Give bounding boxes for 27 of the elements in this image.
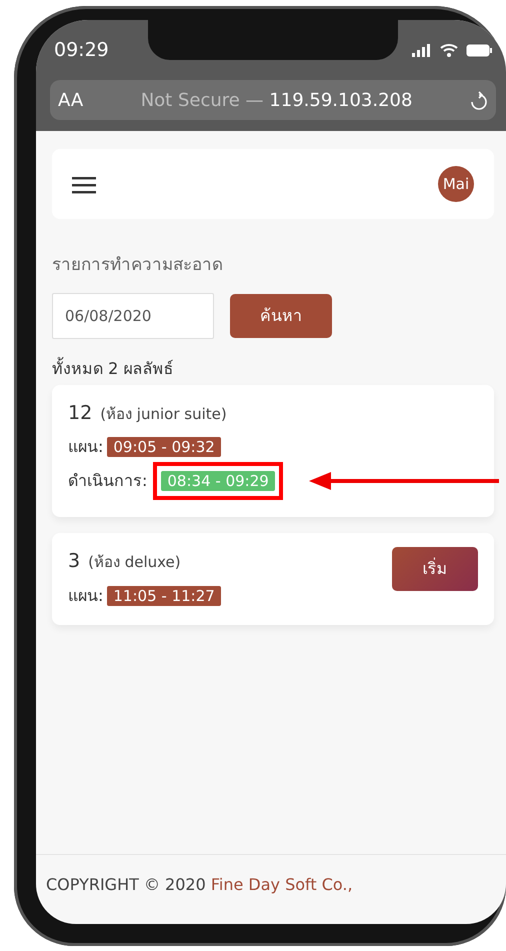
room-number: 12 [68, 402, 92, 424]
start-button[interactable]: เริ่ม [392, 547, 478, 591]
time-label: แผน: [68, 436, 104, 458]
time-label: แผน: [68, 584, 104, 606]
status-time: 09:29 [54, 38, 109, 63]
search-button[interactable]: ค้นหา [230, 294, 332, 338]
actual-time-badge: 08:34 - 09:29 [161, 471, 275, 491]
time-label: ดำเนินการ: [68, 470, 148, 492]
battery-icon [466, 44, 492, 56]
room-number: 3 [68, 550, 80, 572]
address-bar[interactable]: AA Not Secure — 119.59.103.208 [50, 80, 496, 120]
company-link[interactable]: Fine Day Soft Co., [210, 875, 353, 894]
url-text: Not Secure — 119.59.103.208 [140, 88, 412, 112]
planned-time-badge: 11:05 - 11:27 [107, 586, 221, 606]
signal-icon [412, 44, 432, 56]
copyright-text: COPYRIGHT © 2020 Fine Day Soft Co., [36, 854, 506, 924]
page-title: รายการทำความสะอาด [52, 254, 224, 277]
date-field[interactable]: 06/08/2020 [52, 292, 214, 338]
planned-time-badge: 09:05 - 09:32 [107, 437, 221, 457]
menu-icon[interactable] [72, 176, 96, 194]
text-size-button[interactable]: AA [58, 86, 84, 114]
room-type: (ห้อง junior suite) [100, 404, 227, 422]
result-count: ทั้งหมด 2 ผลลัพธ์ [52, 356, 174, 380]
reload-icon[interactable] [470, 90, 488, 111]
room-type: (ห้อง deluxe) [88, 553, 181, 571]
user-avatar[interactable]: Mai [438, 166, 474, 202]
wifi-icon [440, 43, 458, 57]
